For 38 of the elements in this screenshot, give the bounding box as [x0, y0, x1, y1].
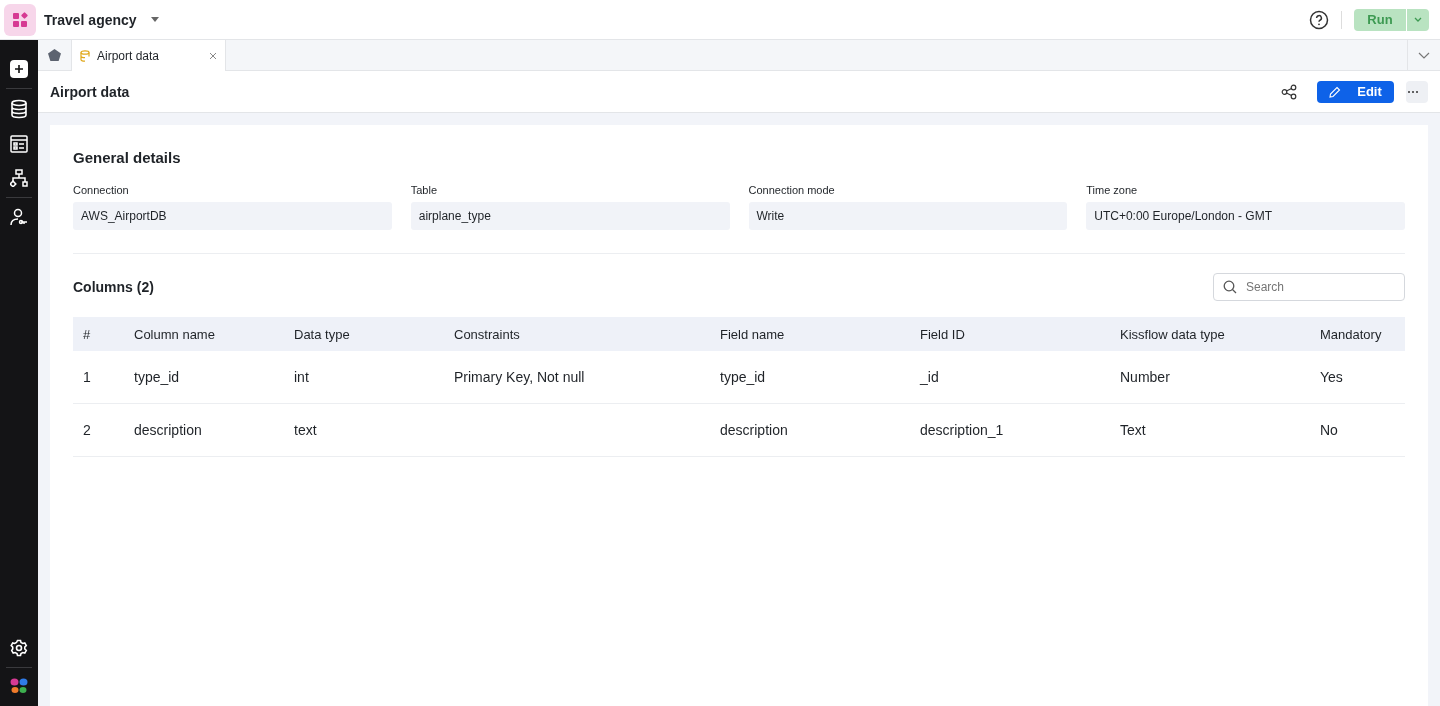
table-cell: type_id: [710, 351, 910, 404]
table-cell: 1: [73, 351, 124, 404]
column-header: #: [73, 317, 124, 351]
table-cell: 2: [73, 403, 124, 457]
tab[interactable]: Airport data: [72, 40, 226, 71]
table-cell: description: [124, 403, 284, 457]
table-cell: Number: [1110, 351, 1310, 404]
table-cell: description_1: [910, 403, 1110, 457]
column-header: Mandatory: [1310, 317, 1405, 351]
table-cell: No: [1310, 403, 1405, 457]
field-label: Table: [410, 184, 439, 196]
table-cell: Text: [1110, 403, 1310, 457]
table-cell: int: [284, 351, 444, 404]
column-header: Column name: [124, 317, 284, 351]
table-cell: _id: [910, 351, 1110, 404]
read-only-field: airplane_type: [410, 202, 730, 230]
table-cell: Primary Key, Not null: [444, 351, 710, 404]
column-header: Data type: [284, 317, 444, 351]
read-only-field: UTC+0:00 Europe/London - GMT: [1086, 202, 1405, 230]
section-title: Columns (2): [73, 279, 154, 295]
read-only-field: AWS_AirportDB: [73, 202, 392, 230]
table-cell: type_id: [124, 351, 284, 404]
page-title: Airport data: [50, 83, 130, 100]
column-header: Constraints: [444, 317, 710, 351]
column-header: Field ID: [910, 317, 1110, 351]
field-label: Connection mode: [748, 184, 836, 196]
section-title: General details: [73, 149, 182, 166]
read-only-field: Write: [748, 202, 1068, 230]
table-cell: description: [710, 403, 910, 457]
table-cell: text: [284, 403, 444, 457]
column-header: Field name: [710, 317, 910, 351]
field-label: Connection: [73, 184, 130, 196]
app-title[interactable]: Travel agency: [44, 11, 137, 28]
table-cell: Yes: [1310, 351, 1405, 404]
edit-button[interactable]: Edit: [1317, 80, 1394, 103]
field-label: Time zone: [1086, 184, 1139, 196]
column-header: Kissflow data type: [1110, 317, 1310, 351]
search-field[interactable]: Search: [1213, 273, 1405, 301]
